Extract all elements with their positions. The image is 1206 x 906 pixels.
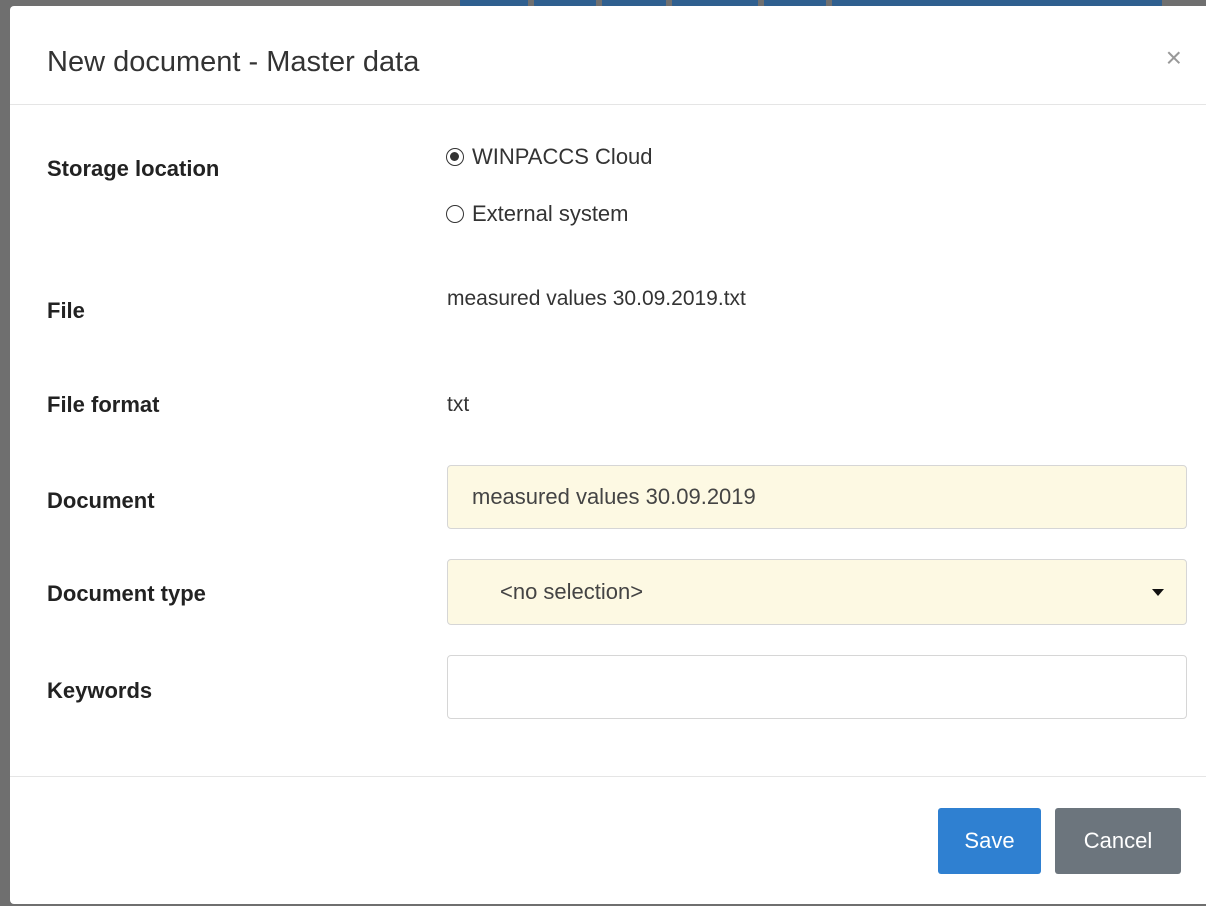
radio-label-winpaccs-cloud: WINPACCS Cloud bbox=[472, 144, 653, 169]
file-format-value: txt bbox=[447, 393, 470, 416]
radio-external-system[interactable]: External system bbox=[446, 201, 629, 227]
radio-label-external-system: External system bbox=[472, 201, 629, 226]
dialog-title: New document - Master data bbox=[47, 46, 420, 78]
document-type-selected-value: <no selection> bbox=[500, 579, 644, 604]
document-name-input[interactable] bbox=[447, 465, 1187, 529]
caret-down-icon bbox=[1152, 588, 1164, 596]
keywords-input[interactable] bbox=[447, 655, 1187, 719]
storage-location-label: Storage location bbox=[47, 156, 220, 181]
document-label: Document bbox=[47, 488, 155, 513]
radio-winpaccs-cloud[interactable]: WINPACCS Cloud bbox=[446, 144, 653, 170]
file-format-label: File format bbox=[47, 392, 160, 417]
radio-unchecked-icon[interactable] bbox=[446, 205, 464, 223]
save-button[interactable]: Save bbox=[938, 808, 1041, 874]
document-type-label: Document type bbox=[47, 581, 206, 606]
new-document-dialog: New document - Master data × Storage loc… bbox=[10, 6, 1206, 904]
cancel-button[interactable]: Cancel bbox=[1055, 808, 1181, 874]
close-icon[interactable]: × bbox=[1166, 44, 1182, 72]
document-type-select[interactable]: <no selection> bbox=[447, 559, 1187, 625]
file-label: File bbox=[47, 298, 85, 323]
radio-checked-icon[interactable] bbox=[446, 148, 464, 166]
keywords-label: Keywords bbox=[47, 678, 153, 703]
dialog-footer bbox=[10, 776, 1206, 777]
dialog-header: New document - Master data × bbox=[10, 6, 1206, 105]
file-name-value: measured values 30.09.2019.txt bbox=[447, 287, 746, 310]
